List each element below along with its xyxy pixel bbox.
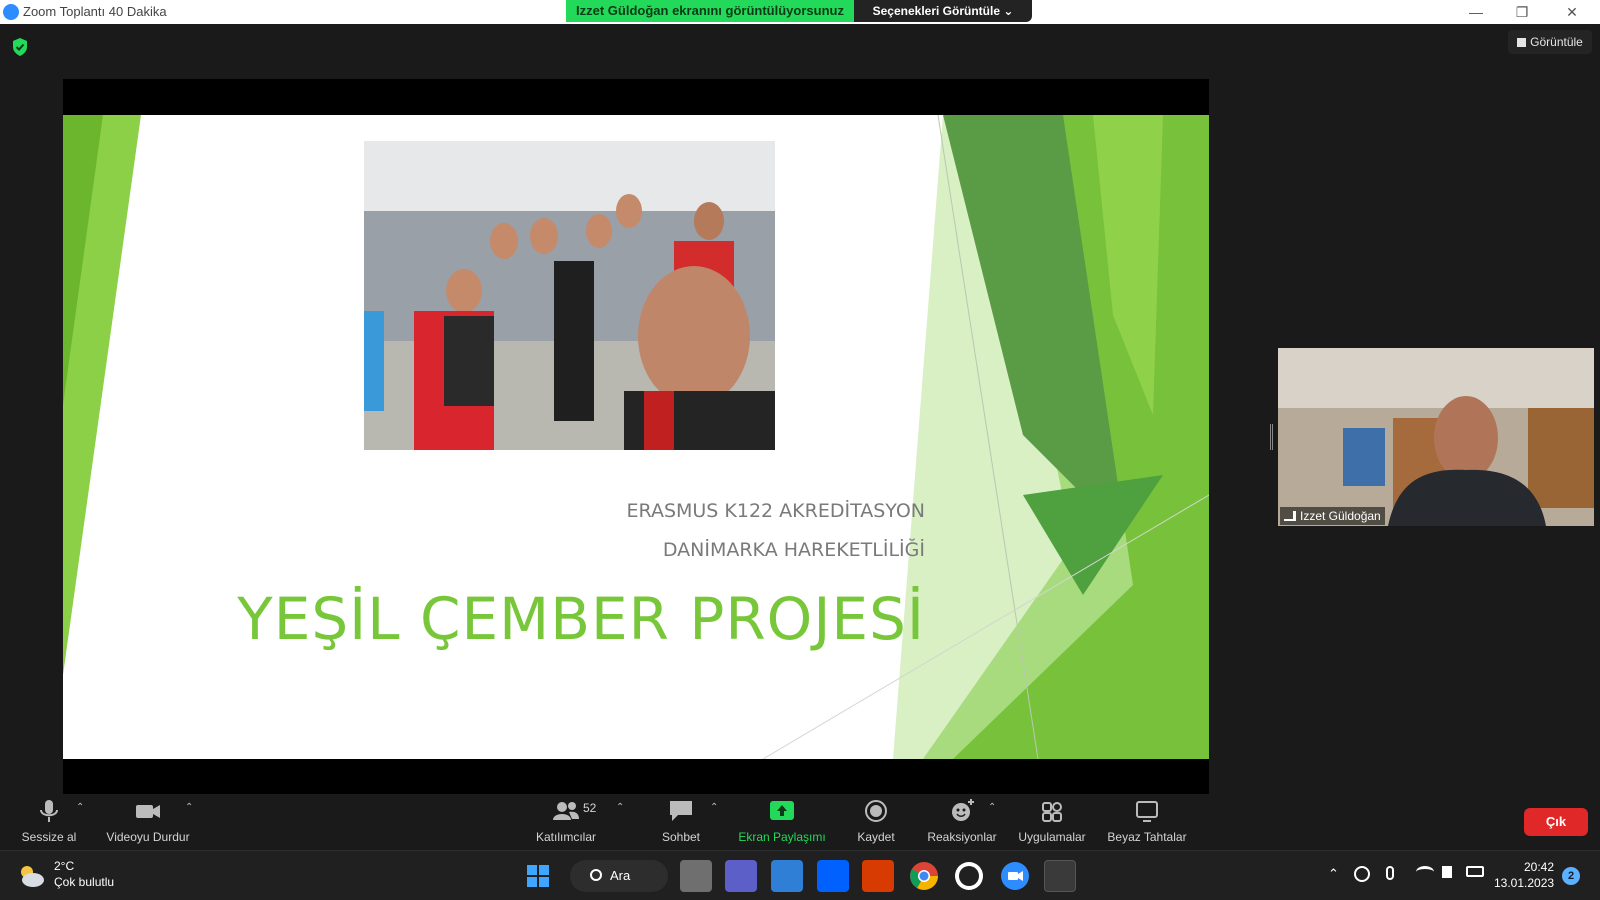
microphone-icon [40, 800, 58, 822]
windows-taskbar: 2°C Çok bulutlu Ara ⌃ 20:42 13.01.2023 2 [0, 850, 1600, 900]
windows-start-icon[interactable] [522, 860, 554, 892]
chat-bubble-icon [670, 801, 692, 821]
mail-icon[interactable] [771, 860, 803, 892]
participants-icon [553, 802, 579, 820]
show-hidden-icons-chevron[interactable]: ⌃ [1328, 866, 1339, 882]
taskbar-search[interactable]: Ara [570, 860, 668, 892]
emoji-plus-icon [952, 799, 974, 821]
apps-label: Uygulamalar [1018, 830, 1086, 844]
shared-screen: ERASMUS K122 AKREDİTASYON DANİMARKA HARE… [63, 79, 1209, 795]
group-selfie-photo [364, 141, 775, 450]
dropbox-icon[interactable] [817, 860, 849, 892]
office-icon[interactable] [862, 860, 894, 892]
mute-label: Sessize al [21, 830, 77, 844]
cloudy-weather-icon[interactable] [16, 863, 46, 889]
chrome-icon[interactable] [908, 860, 940, 892]
security-shield-icon[interactable] [12, 38, 28, 56]
signal-bars-icon [1284, 511, 1296, 521]
chat-options-caret[interactable]: ⌃ [710, 802, 718, 813]
screen-share-banner: Izzet Güldoğan ekranını görüntülüyorsunu… [566, 0, 854, 22]
whiteboards-button[interactable]: Beyaz Tahtalar [1102, 794, 1192, 850]
participants-count: 52 [583, 801, 597, 815]
wifi-icon[interactable] [1416, 866, 1434, 878]
weather-temperature[interactable]: 2°C [54, 859, 74, 873]
clock-time: 20:42 [1523, 860, 1554, 874]
apps-button[interactable]: Uygulamalar [1012, 794, 1092, 850]
minimize-button[interactable]: — [1454, 2, 1498, 22]
participants-label: Katılımcılar [535, 830, 596, 844]
search-icon [590, 869, 602, 881]
sync-icon[interactable] [1354, 866, 1370, 882]
slide-subtitle-1: ERASMUS K122 AKREDİTASYON [626, 500, 925, 522]
participant-video[interactable]: Izzet Güldoğan [1278, 348, 1594, 526]
close-button[interactable]: ✕ [1550, 2, 1594, 22]
chat-button[interactable]: Sohbet [651, 794, 711, 850]
reactions-options-caret[interactable]: ⌃ [988, 802, 996, 813]
slide-title: YEŞİL ÇEMBER PROJESİ [237, 585, 925, 653]
record-icon [865, 800, 887, 822]
whiteboards-label: Beyaz Tahtalar [1107, 830, 1187, 844]
volume-icon[interactable] [1442, 866, 1452, 878]
meeting-toolbar: Sessize al ⌃ Videoyu Durdur ⌃ Katılımcıl… [0, 794, 1600, 850]
presentation-slide: ERASMUS K122 AKREDİTASYON DANİMARKA HARE… [63, 115, 1209, 759]
apps-icon [1042, 802, 1062, 822]
stop-video-button[interactable]: Videoyu Durdur [98, 794, 198, 850]
zoom-app-icon [3, 4, 19, 20]
resize-handle[interactable] [1270, 424, 1273, 450]
search-label: Ara [610, 868, 631, 883]
snipping-tool-icon[interactable] [1044, 860, 1076, 892]
whiteboard-icon [1136, 801, 1158, 822]
zoom-taskbar-icon[interactable] [999, 860, 1031, 892]
view-layout-icon [1517, 38, 1527, 47]
share-screen-label: Ekran Paylaşımı [738, 830, 826, 844]
title-bar: Zoom Toplantı 40 Dakika Izzet Güldoğan e… [0, 0, 1600, 24]
record-button[interactable]: Kaydet [846, 794, 906, 850]
view-options-button[interactable]: Seçenekleri Görüntüle ⌄ [854, 0, 1032, 22]
chat-label: Sohbet [661, 830, 701, 844]
record-label: Kaydet [857, 830, 895, 844]
view-button[interactable]: Görüntüle [1508, 30, 1592, 54]
reactions-label: Reaksiyonlar [927, 830, 997, 844]
teams-chat-icon[interactable] [725, 860, 757, 892]
share-screen-icon [770, 801, 794, 820]
restore-button[interactable]: ❐ [1500, 2, 1544, 22]
battery-icon[interactable] [1466, 866, 1484, 877]
participants-options-caret[interactable]: ⌃ [616, 802, 624, 813]
meeting-stage: Görüntüle ERASMUS K122 AKREDİTASYON DANİ… [0, 24, 1600, 795]
leave-button[interactable]: Çık [1524, 808, 1588, 836]
stop-video-label: Videoyu Durdur [106, 830, 190, 844]
notification-badge[interactable]: 2 [1562, 867, 1580, 885]
share-screen-button[interactable]: Ekran Paylaşımı [734, 794, 830, 850]
tray-microphone-icon[interactable] [1386, 866, 1394, 880]
participant-video-feed [1278, 348, 1594, 526]
task-view-icon[interactable] [680, 860, 712, 892]
mute-button[interactable]: Sessize al [14, 794, 84, 850]
window-title: Zoom Toplantı 40 Dakika [23, 4, 167, 19]
slide-subtitle-2: DANİMARKA HAREKETLİLİĞİ [662, 539, 925, 561]
weather-description[interactable]: Çok bulutlu [54, 875, 114, 889]
view-button-label: Görüntüle [1530, 35, 1583, 49]
github-desktop-icon[interactable] [953, 860, 985, 892]
video-options-caret[interactable]: ⌃ [185, 802, 193, 813]
clock-date: 13.01.2023 [1494, 876, 1555, 890]
video-camera-icon [136, 805, 160, 818]
system-clock[interactable]: 20:42 13.01.2023 [1494, 859, 1554, 891]
participant-name: Izzet Güldoğan [1300, 509, 1381, 523]
participant-name-tag: Izzet Güldoğan [1280, 507, 1385, 525]
audio-options-caret[interactable]: ⌃ [76, 802, 84, 813]
